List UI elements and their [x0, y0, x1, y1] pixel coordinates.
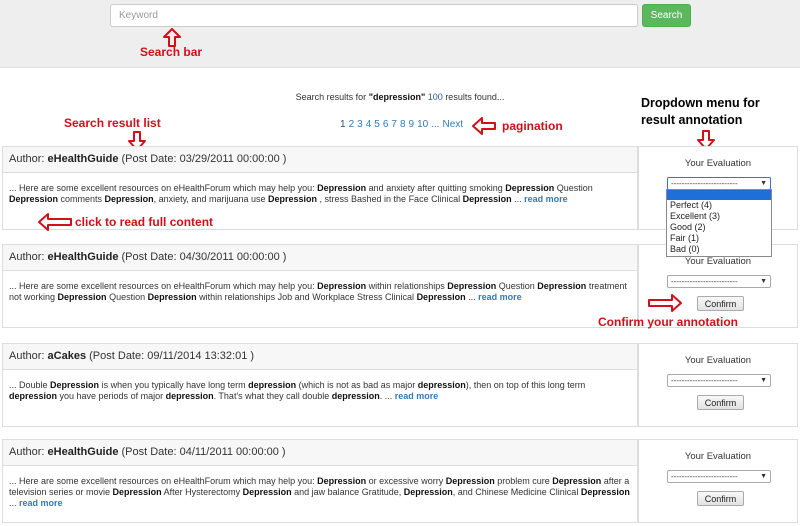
left-arrow-icon	[38, 213, 72, 231]
evaluation-title: Your Evaluation	[684, 256, 752, 267]
confirm-button[interactable]: Confirm	[697, 491, 744, 506]
pagination: 1 2 3 4 5 6 7 8 9 10... Next	[340, 119, 466, 130]
dropdown-option[interactable]: Excellent (3)	[667, 211, 771, 222]
dropdown-caret-icon: ▼	[760, 473, 767, 480]
evaluation-title: Your Evaluation	[684, 158, 752, 169]
dropdown-caret-icon: ▼	[760, 180, 767, 187]
post-date: (Post Date: 09/11/2014 13:32:01 )	[89, 350, 255, 362]
result-snippet: ... Here are some excellent resources on…	[9, 476, 630, 508]
result-header: Author: aCakes (Post Date: 09/11/2014 13…	[3, 344, 637, 370]
page-link-1[interactable]: 1	[340, 119, 346, 130]
read-more-link[interactable]: read more	[19, 498, 63, 508]
read-more-annotation: click to read full content	[75, 215, 214, 229]
confirm-button[interactable]: Confirm	[697, 395, 744, 410]
author-name: aCakes	[47, 350, 87, 362]
evaluation-panel: Your Evaluation ------------------------…	[638, 439, 798, 523]
pagination-ellipsis[interactable]: ...	[431, 119, 439, 130]
dropdown-caret-icon: ▼	[760, 278, 767, 285]
result-snippet: ... Here are some excellent resources on…	[9, 281, 627, 302]
dropdown-option[interactable]: Bad (0)	[667, 244, 771, 255]
dropdown-option[interactable]: Perfect (4)	[667, 200, 771, 211]
evaluation-select[interactable]: ------------------------- ▼	[667, 470, 771, 483]
author-name: eHealthGuide	[47, 153, 119, 165]
result-header: Author: eHealthGuide (Post Date: 04/11/2…	[3, 440, 637, 466]
result-header: Author: eHealthGuide (Post Date: 03/29/2…	[3, 147, 637, 173]
evaluation-select[interactable]: ------------------------- ▼	[667, 275, 771, 288]
search-result-card: Author: aCakes (Post Date: 09/11/2014 13…	[2, 343, 638, 427]
page-link-7[interactable]: 7	[391, 119, 397, 130]
page-link-9[interactable]: 9	[409, 119, 415, 130]
right-arrow-icon	[648, 294, 682, 312]
dropdown-caret-icon: ▼	[760, 377, 767, 384]
evaluation-title: Your Evaluation	[684, 451, 752, 462]
author-name: eHealthGuide	[47, 251, 119, 263]
page-link-2[interactable]: 2	[349, 119, 355, 130]
result-snippet: ... Here are some excellent resources on…	[9, 183, 593, 204]
post-date: (Post Date: 03/29/2011 00:00:00 )	[121, 153, 287, 165]
page-link-5[interactable]: 5	[374, 119, 380, 130]
post-date: (Post Date: 04/11/2011 00:00:00 )	[121, 446, 286, 458]
author-name: eHealthGuide	[47, 446, 119, 458]
evaluation-select[interactable]: ------------------------- ▼	[667, 374, 771, 387]
page-link-8[interactable]: 8	[400, 119, 406, 130]
read-more-link[interactable]: read more	[395, 391, 439, 401]
search-button[interactable]: Search	[642, 4, 691, 27]
result-list-annotation: Search result list	[64, 116, 161, 130]
read-more-link[interactable]: read more	[478, 292, 522, 302]
dropdown-option[interactable]: Good (2)	[667, 222, 771, 233]
left-arrow-icon	[472, 117, 496, 135]
dropdown-annotation: Dropdown menu for result annotation	[641, 96, 760, 127]
read-more-link[interactable]: read more	[524, 194, 568, 204]
page-link-3[interactable]: 3	[357, 119, 363, 130]
pagination-annotation: pagination	[502, 119, 563, 133]
dropdown-option-placeholder[interactable]	[667, 190, 771, 200]
search-result-card: Author: eHealthGuide (Post Date: 04/30/2…	[2, 244, 638, 328]
result-header: Author: eHealthGuide (Post Date: 04/30/2…	[3, 245, 637, 271]
result-snippet: ... Double Depression is when you typica…	[9, 380, 586, 401]
search-header: Search	[0, 0, 800, 68]
search-bar-annotation: Search bar	[140, 45, 203, 59]
page-link-6[interactable]: 6	[383, 119, 389, 130]
dropdown-option[interactable]: Fair (1)	[667, 233, 771, 244]
search-result-card: Author: eHealthGuide (Post Date: 04/11/2…	[2, 439, 638, 523]
search-input[interactable]	[110, 4, 638, 27]
next-page-link[interactable]: Next	[443, 119, 464, 130]
confirm-button[interactable]: Confirm	[697, 296, 744, 311]
evaluation-dropdown-list: Perfect (4) Excellent (3) Good (2) Fair …	[666, 189, 772, 257]
evaluation-title: Your Evaluation	[684, 355, 752, 366]
page-link-4[interactable]: 4	[366, 119, 372, 130]
page-link-10[interactable]: 10	[417, 119, 428, 130]
post-date: (Post Date: 04/30/2011 00:00:00 )	[121, 251, 287, 263]
confirm-annotation: Confirm your annotation	[598, 315, 738, 329]
evaluation-panel: Your Evaluation ------------------------…	[638, 343, 798, 427]
